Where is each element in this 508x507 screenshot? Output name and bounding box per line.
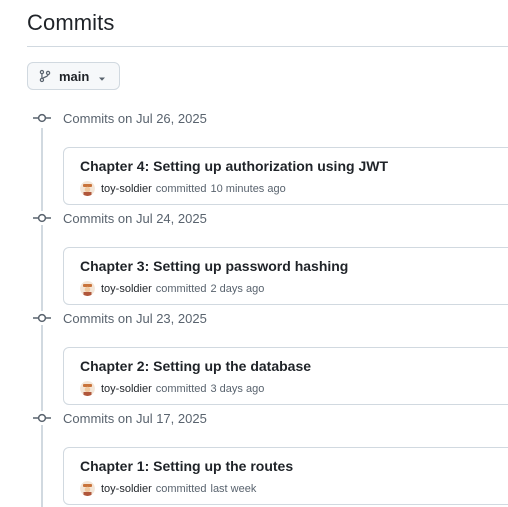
git-branch-icon <box>38 69 52 83</box>
commit-time: 10 minutes ago <box>210 182 286 195</box>
commit-meta: toy-soldier committed 3 days ago <box>80 381 264 396</box>
commit-action: committed <box>155 282 207 295</box>
commit-meta: toy-soldier committed 10 minutes ago <box>80 181 286 196</box>
commit-action: committed <box>155 382 207 395</box>
git-commit-icon <box>33 411 51 425</box>
branch-select-button[interactable]: main <box>27 62 120 90</box>
commit-title-link[interactable]: Chapter 1: Setting up the routes <box>80 458 293 474</box>
commit-title-link[interactable]: Chapter 3: Setting up password hashing <box>80 258 348 274</box>
user-avatar[interactable] <box>80 481 95 496</box>
commit-card: Chapter 4: Setting up authorization usin… <box>63 147 508 205</box>
commit-group-header: Commits on Jul 26, 2025 <box>33 108 207 128</box>
commit-time: 3 days ago <box>210 382 265 395</box>
commit-group-header: Commits on Jul 17, 2025 <box>33 408 207 428</box>
commit-time: last week <box>210 482 257 495</box>
branch-name: main <box>59 68 90 84</box>
commit-group-header: Commits on Jul 23, 2025 <box>33 308 207 328</box>
commit-author-link[interactable]: toy-soldier <box>101 183 152 195</box>
git-commit-icon <box>33 211 51 225</box>
user-avatar[interactable] <box>80 381 95 396</box>
commit-author-link[interactable]: toy-soldier <box>101 383 152 395</box>
git-commit-icon <box>33 111 51 125</box>
page-title: Commits <box>27 10 115 35</box>
commit-group-date: Commits on Jul 23, 2025 <box>63 310 207 326</box>
commit-title-link[interactable]: Chapter 4: Setting up authorization usin… <box>80 158 388 174</box>
commit-group-date: Commits on Jul 26, 2025 <box>63 110 207 126</box>
triangle-down-icon <box>97 71 107 81</box>
git-commit-icon <box>33 311 51 325</box>
commit-meta: toy-soldier committed last week <box>80 481 256 496</box>
commit-meta: toy-soldier committed 2 days ago <box>80 281 264 296</box>
commit-card: Chapter 1: Setting up the routes toy-sol… <box>63 447 508 505</box>
commit-group-header: Commits on Jul 24, 2025 <box>33 208 207 228</box>
commit-card: Chapter 2: Setting up the database toy-s… <box>63 347 508 405</box>
commit-group-date: Commits on Jul 17, 2025 <box>63 410 207 426</box>
commit-action: committed <box>155 482 207 495</box>
user-avatar[interactable] <box>80 181 95 196</box>
commit-author-link[interactable]: toy-soldier <box>101 483 152 495</box>
title-divider <box>27 46 508 47</box>
commit-time: 2 days ago <box>210 282 265 295</box>
commit-group-date: Commits on Jul 24, 2025 <box>63 210 207 226</box>
commit-author-link[interactable]: toy-soldier <box>101 283 152 295</box>
user-avatar[interactable] <box>80 281 95 296</box>
commit-card: Chapter 3: Setting up password hashing t… <box>63 247 508 305</box>
commit-action: committed <box>155 182 207 195</box>
commit-title-link[interactable]: Chapter 2: Setting up the database <box>80 358 311 374</box>
commits-page: Commits main Commits on Jul 26, 2025 Cha… <box>0 0 508 507</box>
